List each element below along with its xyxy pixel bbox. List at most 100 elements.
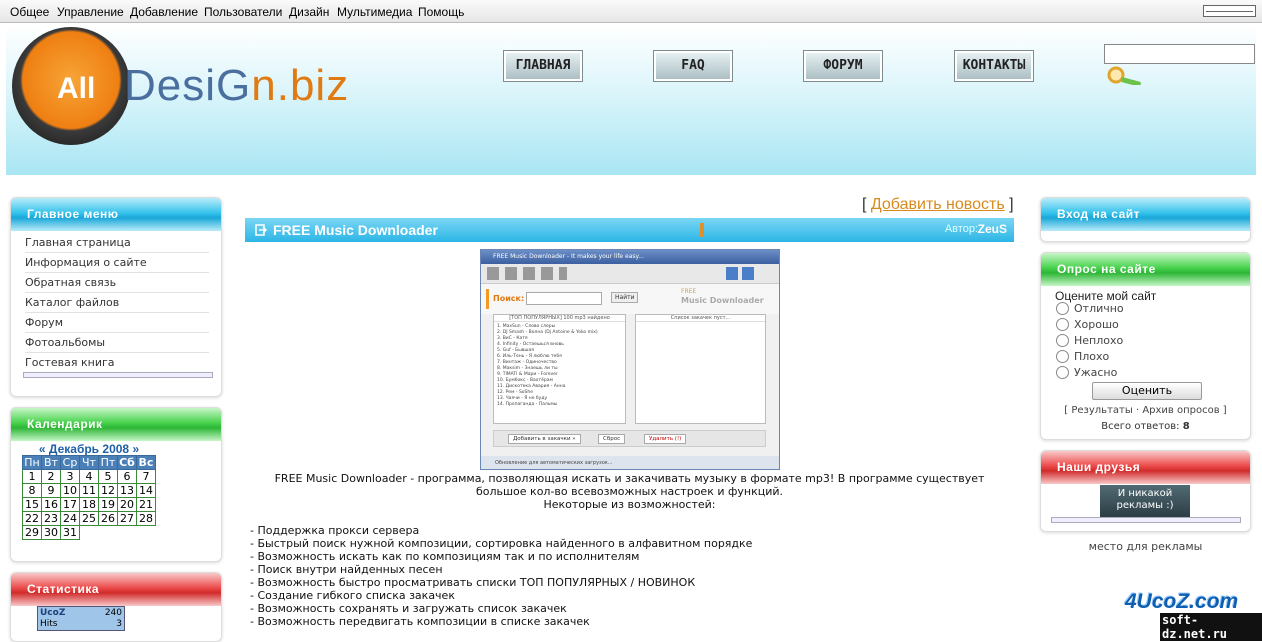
app-button-row: Добавить в закачки » Сброс Удалить (!) <box>493 430 766 447</box>
calendar-day[interactable]: 14 <box>136 483 156 498</box>
poll-radio[interactable] <box>1056 318 1069 331</box>
calendar-day[interactable]: 19 <box>98 497 118 512</box>
calendar-day[interactable]: 1 <box>22 469 42 484</box>
calendar-day[interactable]: 28 <box>136 511 156 526</box>
friends-banner[interactable]: И никакой рекламы :) <box>1100 485 1190 517</box>
admin-menu-design[interactable]: Дизайн <box>289 5 329 19</box>
menu-item-guestbook[interactable]: Гостевая книга <box>25 353 209 373</box>
counter-value: 240 <box>104 608 122 618</box>
admin-menu-help[interactable]: Помощь <box>418 5 464 19</box>
menu-item-forum[interactable]: Форум <box>25 313 209 333</box>
admin-menu-add[interactable]: Добавление <box>130 5 198 19</box>
nav-home-button[interactable]: ГЛАВНАЯ <box>503 50 583 82</box>
ucoz-counter[interactable]: UcoZ 240 Hits 3 <box>37 606 125 631</box>
cal-day-name: Вс <box>136 455 156 470</box>
calendar-day[interactable]: 31 <box>60 525 80 540</box>
logo-badge[interactable]: All <box>12 27 130 145</box>
calendar-day[interactable]: 25 <box>79 511 99 526</box>
calendar-day[interactable]: 9 <box>41 483 61 498</box>
poll-radio[interactable] <box>1056 334 1069 347</box>
calendar-day[interactable]: 11 <box>79 483 99 498</box>
calendar-month[interactable]: Декабрь 2008 <box>49 442 129 456</box>
calendar-day[interactable]: 7 <box>136 469 156 484</box>
calendar-day[interactable]: 27 <box>117 511 137 526</box>
width-slider[interactable] <box>1203 5 1256 17</box>
login-title[interactable]: Вход на сайт <box>1041 198 1250 231</box>
poll-radio[interactable] <box>1056 366 1069 379</box>
calendar-day[interactable]: 4 <box>79 469 99 484</box>
app-screenshot[interactable]: FREE Music Downloader - It makes your li… <box>480 249 780 470</box>
calendar-day[interactable]: 5 <box>98 469 118 484</box>
calendar-day[interactable]: 2 <box>41 469 61 484</box>
calendar-day[interactable]: 13 <box>117 483 137 498</box>
counter-sub-value: 3 <box>116 619 122 629</box>
cal-day-name: Пн <box>22 455 42 470</box>
app-brand-2: Music Downloader <box>681 296 764 305</box>
admin-bar: Общее Управление Добавление Пользователи… <box>0 0 1262 23</box>
app-reset-button: Сброс <box>598 434 626 444</box>
calendar-day[interactable]: 24 <box>60 511 80 526</box>
calendar-day[interactable]: 6 <box>117 469 137 484</box>
vote-button[interactable]: Оценить <box>1092 382 1202 400</box>
calendar-day[interactable]: 10 <box>60 483 80 498</box>
menu-item-home[interactable]: Главная страница <box>25 233 209 253</box>
logo-text[interactable]: DesiGn.biz <box>124 61 349 111</box>
calendar-day <box>118 526 137 540</box>
logo-badge-text: All <box>57 72 96 105</box>
cal-day-name: Ср <box>60 455 80 470</box>
calendar-day[interactable]: 29 <box>22 525 42 540</box>
app-toolbar-icons-right <box>726 267 754 280</box>
calendar-prev[interactable]: « <box>39 442 46 456</box>
calendar-next[interactable]: » <box>132 442 139 456</box>
app-status-bar: Обновление для автоматических загрузок..… <box>481 456 779 469</box>
calendar-day[interactable]: 3 <box>60 469 80 484</box>
calendar-day[interactable]: 8 <box>22 483 42 498</box>
calendar-day[interactable]: 21 <box>136 497 156 512</box>
nav-faq-button[interactable]: FAQ <box>653 50 733 82</box>
calendar-day[interactable]: 15 <box>22 497 42 512</box>
login-block: Вход на сайт <box>1040 197 1251 242</box>
admin-menu-users[interactable]: Пользователи <box>204 5 282 19</box>
poll-radio[interactable] <box>1056 350 1069 363</box>
news-arrow-icon <box>255 224 267 236</box>
admin-menu-manage[interactable]: Управление <box>57 5 124 19</box>
menu-item-files[interactable]: Каталог файлов <box>25 293 209 313</box>
poll-radio[interactable] <box>1056 302 1069 315</box>
admin-menu-multimedia[interactable]: Мультимедиа <box>337 5 412 19</box>
app-tracks: 1. MaxSun - Слово слеры 2. DJ Smash - Вол… <box>494 322 625 410</box>
nav-forum-button[interactable]: ФОРУМ <box>803 50 883 82</box>
menu-item-photo[interactable]: Фотоальбомы <box>25 333 209 353</box>
app-brand-1: FREE <box>681 288 697 295</box>
poll-archive-link[interactable]: Архив опросов <box>1142 405 1219 416</box>
calendar-day[interactable]: 22 <box>22 511 42 526</box>
friends-title: Наши друзья <box>1041 451 1250 484</box>
calendar-day[interactable]: 30 <box>41 525 61 540</box>
calendar-day[interactable]: 16 <box>41 497 61 512</box>
news-title[interactable]: FREE Music Downloader <box>273 222 438 238</box>
search-input[interactable] <box>1104 44 1255 64</box>
app-queue-title: Список закачек пуст... <box>636 315 765 322</box>
calendar-day[interactable]: 17 <box>60 497 80 512</box>
author-name[interactable]: ZeuS <box>978 222 1007 236</box>
search-icon[interactable] <box>1106 65 1146 85</box>
friends-scroll[interactable] <box>1051 517 1241 523</box>
app-title-bar: FREE Music Downloader - It makes your li… <box>481 250 779 264</box>
add-news-wrap: [ Добавить новость ] <box>862 196 1014 213</box>
calendar-title: Календарик <box>11 408 221 441</box>
calendar-day[interactable]: 18 <box>79 497 99 512</box>
cursor-mark <box>700 223 704 237</box>
nav-contacts-button[interactable]: КОНТАКТЫ <box>954 50 1034 82</box>
calendar-day[interactable]: 20 <box>117 497 137 512</box>
poll-results-link[interactable]: Результаты <box>1071 405 1132 416</box>
add-news-link[interactable]: Добавить новость <box>871 196 1005 213</box>
ad-placeholder: место для рекламы <box>1088 540 1203 553</box>
menu-item-about[interactable]: Информация о сайте <box>25 253 209 273</box>
calendar-day[interactable]: 26 <box>98 511 118 526</box>
calendar-day[interactable]: 12 <box>98 483 118 498</box>
menu-scroll[interactable] <box>23 372 213 378</box>
counter-sub: Hits <box>40 619 58 629</box>
feature-line: - Возможность искать как по композициям … <box>250 550 640 563</box>
menu-item-feedback[interactable]: Обратная связь <box>25 273 209 293</box>
admin-menu-general[interactable]: Общее <box>10 5 49 19</box>
calendar-day[interactable]: 23 <box>41 511 61 526</box>
